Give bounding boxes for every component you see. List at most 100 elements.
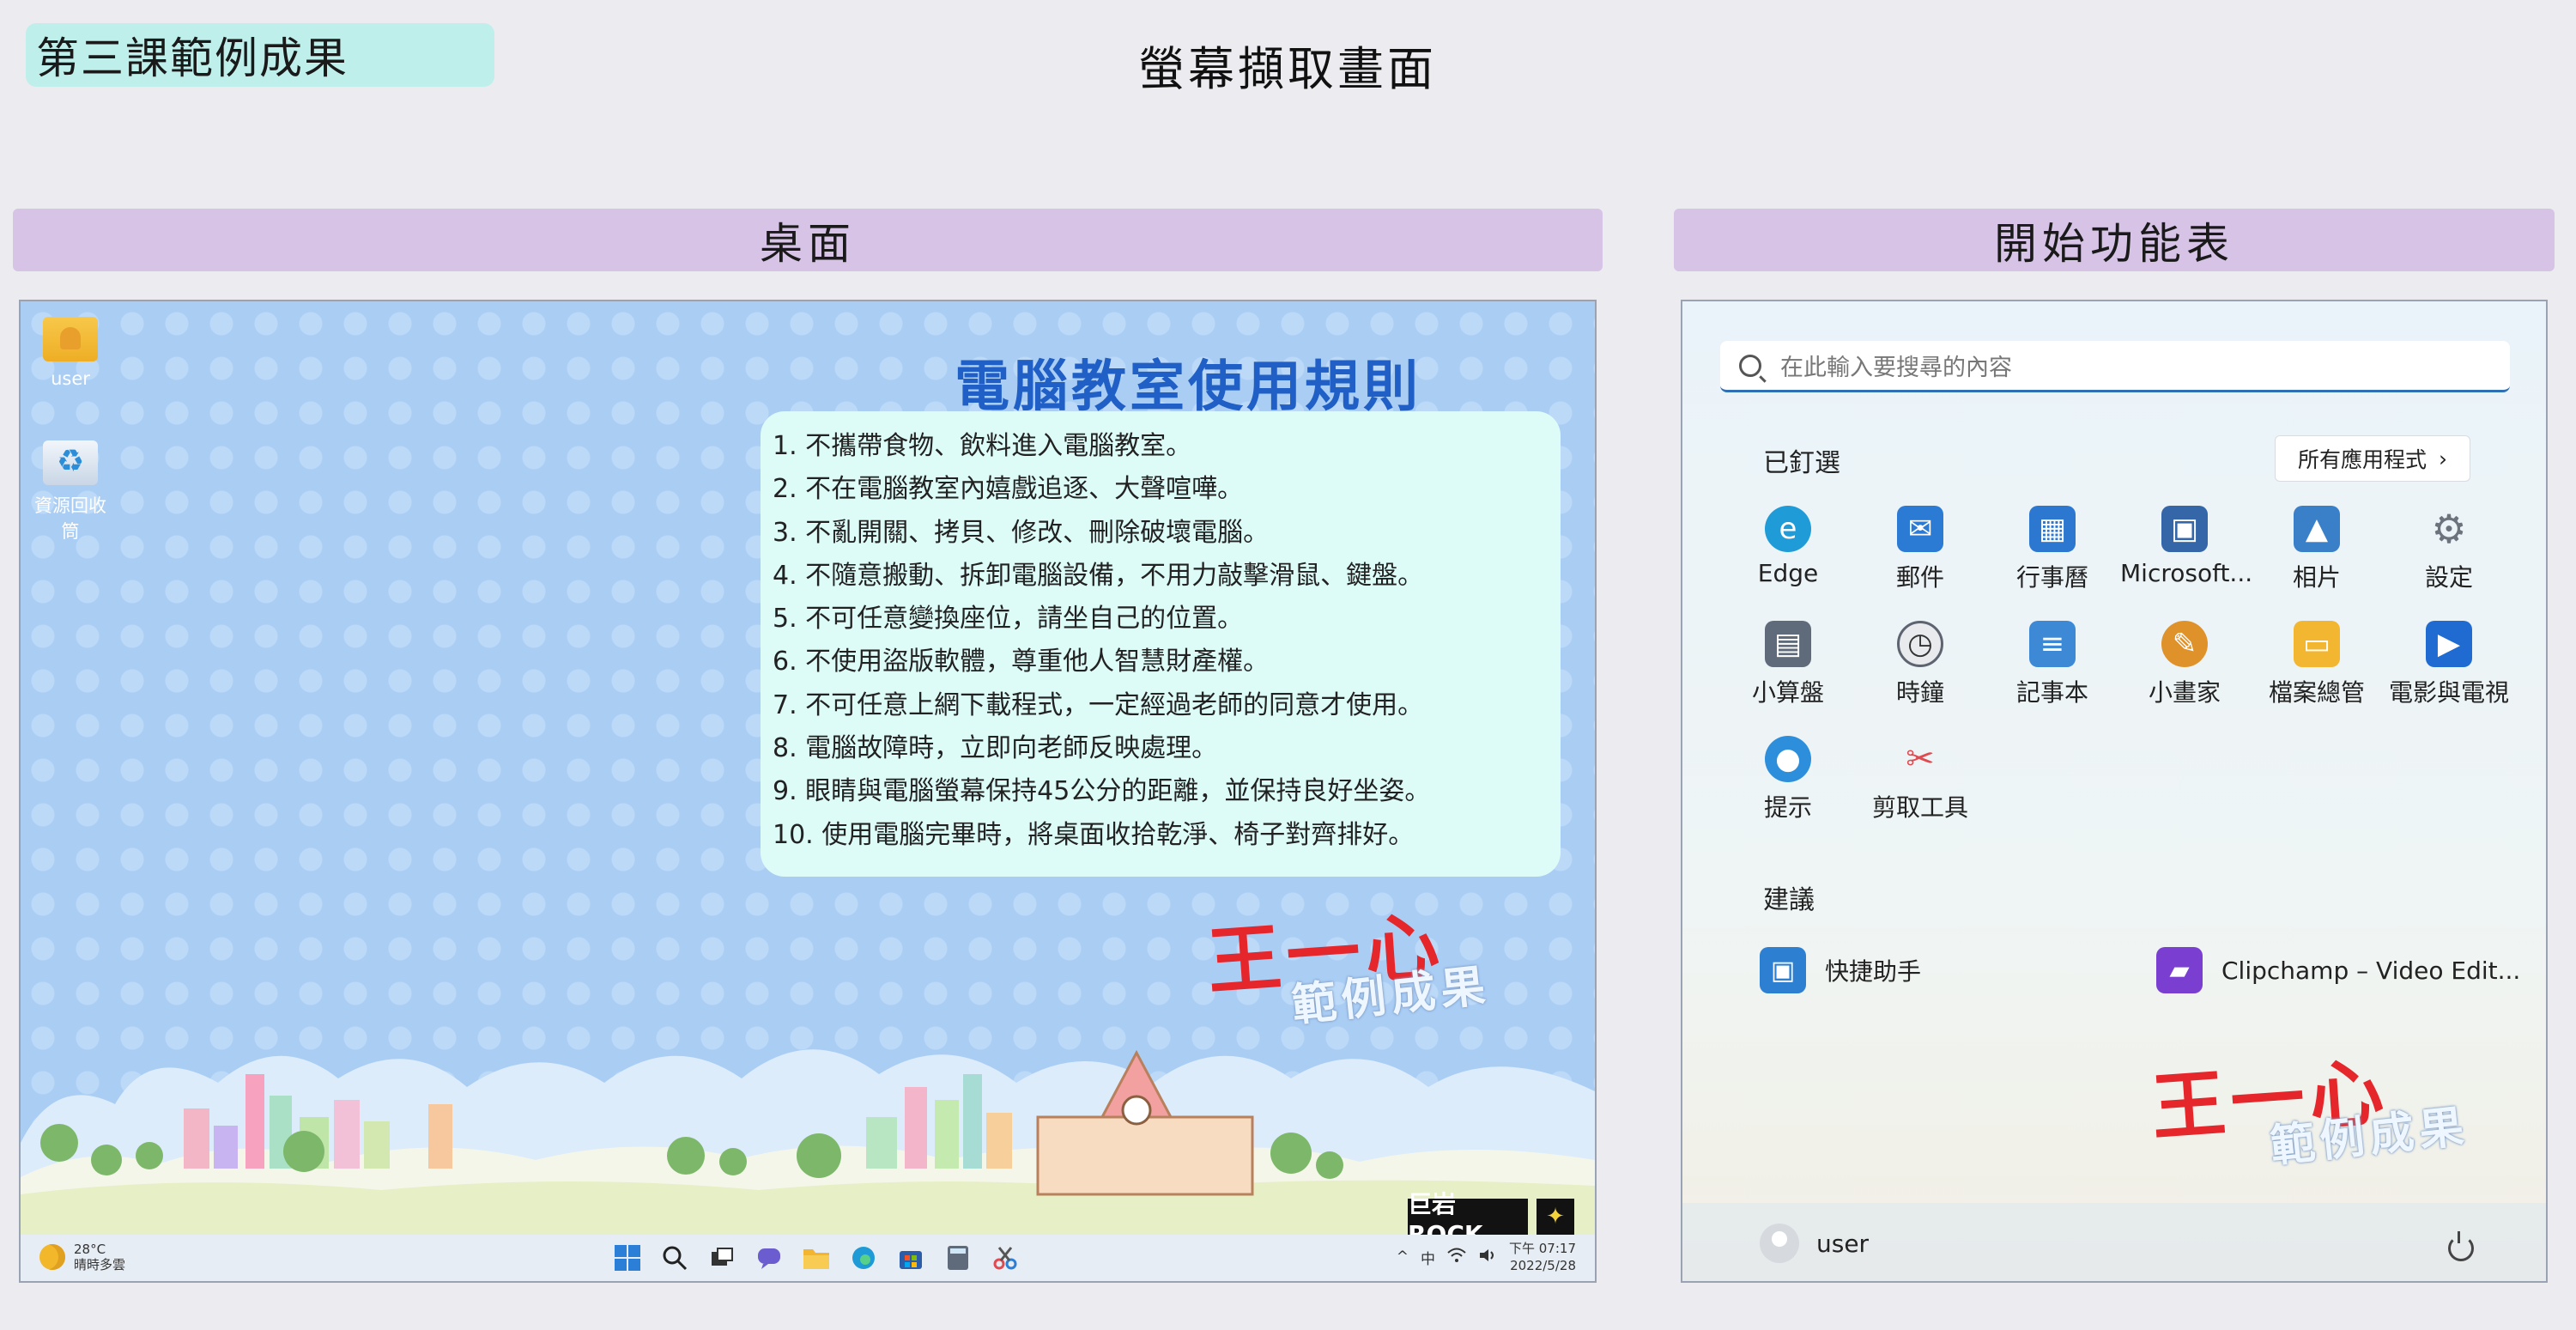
input-language[interactable]: 中 [1421,1247,1435,1268]
recommended-item-label: 快捷助手 [1825,957,1922,986]
app-label: 行事曆 [2015,563,2088,592]
pinned-app-notepad[interactable]: ≡ 記事本 [1988,621,2117,708]
system-tray: ^ 中 下午 07:17 2022/5/28 [1397,1240,1576,1274]
clipchamp-icon: ▰ [2156,947,2203,993]
desktop-icon-label: 資源回收筒 [34,495,106,542]
pinned-app-edge[interactable]: e Edge [1724,506,1852,587]
calculator-icon[interactable] [942,1242,974,1274]
desktop-icon-label: user [51,368,90,389]
gear-icon: ⚙ [2431,506,2467,552]
rule-item: 8. 電腦故障時，立即向老師反映處理。 [773,733,1218,764]
pinned-app-file-explorer[interactable]: ▭ 檔案總管 [2252,621,2381,708]
weather-icon [39,1244,65,1270]
tips-icon: ● [1765,736,1811,782]
publisher-logo-icon: ✦ [1537,1199,1574,1235]
all-apps-label: 所有應用程式 [2297,447,2427,472]
task-view-icon[interactable] [706,1242,738,1274]
snipping-tool-icon[interactable] [989,1242,1021,1274]
chevron-right-icon: › [2439,446,2447,471]
app-label: Microsoft... [2120,559,2253,587]
pinned-label: 已釘選 [1763,448,1840,478]
recommended-item-clipchamp[interactable]: ▰ Clipchamp – Video Edit... [2156,947,2520,993]
app-label: 記事本 [2015,678,2088,707]
recommended-item-quick-assist[interactable]: ▣ 快捷助手 [1760,947,1921,993]
taskbar-clock[interactable]: 下午 07:17 2022/5/28 [1509,1240,1576,1274]
weather-widget[interactable]: 28°C 晴時多雲 [39,1242,125,1272]
app-label: 小算盤 [1751,678,1824,707]
recycle-bin-icon [43,440,98,485]
section-title-desktop: 桌面 [13,209,1603,271]
start-menu-screenshot: 在此輸入要搜尋的內容 已釘選 所有應用程式 › e Edge ✉ 郵件 ▦ 行事… [1681,300,2548,1283]
user-folder-icon [43,317,98,361]
edge-icon: e [1765,506,1811,552]
pinned-app-movies-tv[interactable]: ▶ 電影與電視 [2385,621,2513,708]
windows-start-icon[interactable] [611,1242,644,1274]
start-search-input[interactable]: 在此輸入要搜尋的內容 [1720,341,2510,392]
calendar-icon: ▦ [2029,506,2076,552]
app-label: 設定 [2424,563,2473,592]
rule-item: 2. 不在電腦教室內嬉戲追逐、大聲喧嘩。 [773,474,1244,505]
mail-icon: ✉ [1897,506,1943,552]
store-icon[interactable] [894,1242,927,1274]
search-icon[interactable] [658,1242,691,1274]
volume-icon[interactable] [1478,1248,1497,1267]
notepad-icon: ≡ [2029,621,2076,667]
pinned-app-clock[interactable]: ◷ 時鐘 [1856,621,1985,708]
movies-icon: ▶ [2426,621,2472,667]
user-account-button[interactable]: user [1760,1224,1869,1263]
rule-item: 3. 不亂開關、拷貝、修改、刪除破壞電腦。 [773,517,1270,548]
rules-box: 1. 不攜帶食物、飲料進入電腦教室。 2. 不在電腦教室內嬉戲追逐、大聲喧嘩。 … [761,411,1561,877]
section-title-start: 開始功能表 [1674,209,2555,271]
pinned-app-tips[interactable]: ● 提示 [1724,736,1852,823]
pinned-app-calendar[interactable]: ▦ 行事曆 [1988,506,2117,593]
pinned-app-store[interactable]: ▣ Microsoft... [2120,506,2253,587]
clock-time: 下午 07:17 [1509,1241,1576,1256]
lesson-badge: 第三課範例成果 [26,23,494,87]
rule-item: 6. 不使用盜版軟體，尊重他人智慧財產權。 [773,647,1270,677]
store-icon: ▣ [2161,506,2208,552]
pinned-app-mail[interactable]: ✉ 郵件 [1856,506,1985,593]
app-label: 剪取工具 [1871,793,1968,822]
snipping-tool-icon: ✂ [1906,739,1935,779]
app-label: 時鐘 [1895,678,1944,707]
rule-item: 9. 眼睛與電腦螢幕保持45公分的距離，並保持良好坐姿。 [773,776,1431,807]
folder-icon: ▭ [2294,621,2340,667]
pinned-app-snipping-tool[interactable]: ✂ 剪取工具 [1856,736,1985,823]
calculator-icon: ▤ [1765,621,1811,667]
rule-item: 5. 不可任意變換座位，請坐自己的位置。 [773,604,1244,635]
weather-temp: 28°C [74,1242,106,1257]
file-explorer-icon[interactable] [800,1242,833,1274]
pinned-app-photos[interactable]: ▲ 相片 [2252,506,2381,593]
clock-icon: ◷ [1897,621,1943,667]
rule-item: 7. 不可任意上網下載程式，一定經過老師的同意才使用。 [773,689,1424,720]
taskbar: 28°C 晴時多雲 ^ 中 下午 07:17 2022/5/28 [21,1235,1595,1281]
rules-title: 電腦教室使用規則 [955,355,1421,419]
rock-logo: 巨岩ROCK [1408,1190,1528,1248]
app-label: Edge [1757,559,1819,587]
desktop-screenshot: user 資源回收筒 電腦教室使用規則 1. 不攜帶食物、飲料進入電腦教室。 2… [19,300,1597,1283]
recommended-label: 建議 [1763,885,1815,915]
edge-icon[interactable] [847,1242,880,1274]
pinned-app-settings[interactable]: ⚙ 設定 [2385,506,2513,593]
pinned-app-paint[interactable]: ✎ 小畫家 [2120,621,2249,708]
power-icon[interactable] [2448,1231,2474,1261]
all-apps-button[interactable]: 所有應用程式 › [2275,435,2470,482]
tray-overflow-chevron-icon[interactable]: ^ [1397,1248,1409,1266]
chat-icon[interactable] [753,1242,785,1274]
clock-date: 2022/5/28 [1510,1258,1576,1273]
rule-item: 10. 使用電腦完畢時，將桌面收拾乾淨、椅子對齊排好。 [773,819,1415,850]
avatar [1760,1224,1799,1263]
rule-item: 4. 不隨意搬動、拆卸電腦設備，不用力敲擊滑鼠、鍵盤。 [773,560,1424,591]
app-label: 小畫家 [2148,678,2221,707]
paint-icon: ✎ [2161,621,2208,667]
desktop-icon-recycle-bin[interactable]: 資源回收筒 [29,440,112,544]
app-label: 電影與電視 [2388,678,2509,707]
wallpaper-landscape [21,1049,1595,1237]
app-label: 相片 [2292,563,2341,592]
app-label: 郵件 [1895,563,1944,592]
desktop-icon-user[interactable]: user [29,317,112,389]
recommended-item-label: Clipchamp – Video Edit... [2221,956,2521,985]
search-icon [1739,354,1761,377]
wifi-icon[interactable] [1447,1248,1466,1267]
pinned-app-calculator[interactable]: ▤ 小算盤 [1724,621,1852,708]
